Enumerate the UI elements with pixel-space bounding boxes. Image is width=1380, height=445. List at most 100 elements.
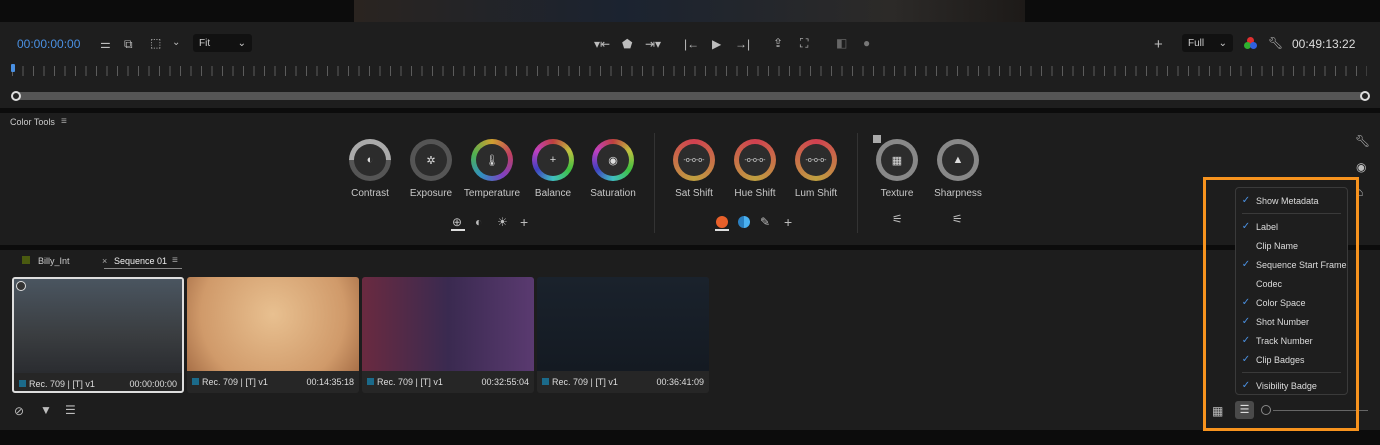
active-tab-underline xyxy=(715,229,729,231)
label-swatch xyxy=(542,378,549,385)
add-marker-icon[interactable]: ⬟ xyxy=(622,37,632,51)
go-to-out-icon[interactable]: →| xyxy=(735,37,750,51)
clip-metadata: Rec. 709 | [T] v1 00:00:00:00 xyxy=(14,373,182,391)
filter-icon[interactable]: ▼ xyxy=(40,403,52,417)
color-swatch-blue-icon[interactable] xyxy=(738,216,750,228)
wrench-icon[interactable]: 🔧︎ xyxy=(1268,36,1283,50)
exposure-wheel[interactable]: ✲ xyxy=(410,139,452,181)
zoom-scrollbar[interactable] xyxy=(15,92,1365,100)
clip-thumbnail[interactable]: Rec. 709 | [T] v1 00:36:41:09 xyxy=(537,277,709,393)
video-preview xyxy=(354,0,1025,22)
color-swatch-orange-icon[interactable] xyxy=(716,216,728,228)
export-frame-icon[interactable]: ⇪ xyxy=(773,36,783,50)
saturation-wheel[interactable]: ◉ xyxy=(592,139,634,181)
clip-preview-image xyxy=(362,277,534,371)
checkmark-icon: ✓ xyxy=(1241,335,1251,346)
balance-wheel[interactable]: + xyxy=(532,139,574,181)
menu-separator xyxy=(1242,213,1341,214)
tab-billy-int[interactable]: Billy_Int xyxy=(38,256,70,266)
texture-settings-icon[interactable]: ⚟ xyxy=(892,212,903,226)
tab-sequence-01[interactable]: Sequence 01 xyxy=(114,256,167,266)
menu-item-color-space[interactable]: ✓ Color Space xyxy=(1236,293,1347,312)
texture-wheel[interactable]: ▦ xyxy=(876,139,918,181)
clip-thumbnail[interactable]: Rec. 709 | [T] v1 00:14:35:18 xyxy=(187,277,359,393)
add-button-icon[interactable]: + xyxy=(1154,36,1163,53)
clip-meta-text: Rec. 709 | [T] v1 xyxy=(377,377,443,387)
texture-icon: ▦ xyxy=(881,144,913,176)
add-icon[interactable]: + xyxy=(784,214,792,230)
menu-item-label: Clip Name xyxy=(1256,240,1299,251)
clip-preview-image xyxy=(537,277,709,371)
menu-item-sequence-start-frame[interactable]: ✓ Sequence Start Frame xyxy=(1236,255,1347,274)
chevron-down-icon: ⌄ xyxy=(1218,37,1227,49)
mark-out-icon[interactable]: ⇥▾ xyxy=(645,37,661,51)
sat-shift-wheel[interactable]: -o-o-o- xyxy=(673,139,715,181)
overlay-icon[interactable]: ⧉ xyxy=(124,37,133,52)
label-swatch xyxy=(19,380,26,387)
shadows-icon[interactable]: ◐ xyxy=(475,215,482,229)
clip-timecode: 00:14:35:18 xyxy=(306,377,354,387)
add-icon[interactable]: + xyxy=(520,214,528,230)
sort-icon[interactable]: ☰ xyxy=(65,403,76,417)
zoom-select[interactable]: Fit ⌄ xyxy=(193,34,252,52)
menu-item-label: Track Number xyxy=(1256,335,1313,346)
scrollbar-end-handle[interactable] xyxy=(1360,91,1370,101)
play-icon[interactable]: ▶ xyxy=(712,37,721,51)
menu-item-clip-badges[interactable]: ✓ Clip Badges xyxy=(1236,350,1347,369)
menu-item-visibility-badge[interactable]: ✓ Visibility Badge xyxy=(1236,376,1347,395)
sharpness-icon: ▲ xyxy=(942,144,974,176)
menu-item-label: Show Metadata xyxy=(1256,195,1319,206)
color-rgb-icon[interactable] xyxy=(1244,37,1258,51)
menu-item-track-number[interactable]: ✓ Track Number xyxy=(1236,331,1347,350)
balance-icon: + xyxy=(537,144,569,176)
mask-icon[interactable]: ● xyxy=(863,36,870,50)
chevron-down-icon[interactable]: ⌄ xyxy=(172,37,180,48)
tab-menu-icon[interactable]: ≡ xyxy=(172,255,178,266)
clip-thumbnail[interactable]: Rec. 709 | [T] v1 00:32:55:04 xyxy=(362,277,534,393)
panel-menu-icon[interactable]: ≡ xyxy=(61,116,67,127)
current-timecode[interactable]: 00:00:00:00 xyxy=(17,37,80,51)
sharpness-wheel[interactable]: ▲ xyxy=(937,139,979,181)
time-ruler[interactable] xyxy=(12,66,1367,76)
wrench-icon[interactable]: 🔧︎ xyxy=(1355,134,1370,148)
clip-metadata: Rec. 709 | [T] v1 00:36:41:09 xyxy=(537,371,709,393)
temperature-wheel[interactable]: 🌡 xyxy=(471,139,513,181)
menu-item-codec[interactable]: Codec xyxy=(1236,274,1347,293)
label-swatch xyxy=(192,378,199,385)
clip-meta-text: Rec. 709 | [T] v1 xyxy=(202,377,268,387)
clip-thumbnail[interactable]: Rec. 709 | [T] v1 00:00:00:00 xyxy=(12,277,184,393)
menu-item-label: Shot Number xyxy=(1256,316,1310,327)
zoom-select-value: Fit xyxy=(199,37,211,49)
lum-shift-wheel[interactable]: -o-o-o- xyxy=(795,139,837,181)
sharpness-settings-icon[interactable]: ⚟ xyxy=(952,212,963,226)
eye-icon[interactable]: ◉ xyxy=(1356,160,1366,174)
comparison-icon[interactable]: ⛶ xyxy=(800,36,808,51)
menu-item-show-metadata[interactable]: ✓ Show Metadata xyxy=(1236,191,1347,210)
multi-camera-icon[interactable]: ◧ xyxy=(836,36,847,50)
scrollbar-start-handle[interactable] xyxy=(11,91,21,101)
resolution-select[interactable]: Full ⌄ xyxy=(1182,34,1233,52)
playhead[interactable] xyxy=(11,64,15,72)
clip-metadata: Rec. 709 | [T] v1 00:32:55:04 xyxy=(362,371,534,393)
close-tab-icon[interactable]: × xyxy=(102,256,107,266)
menu-separator xyxy=(1242,372,1341,373)
menu-item-clip-name[interactable]: Clip Name xyxy=(1236,236,1347,255)
safe-margins-icon[interactable]: ⬚ xyxy=(150,36,161,50)
hue-shift-wheel[interactable]: -o-o-o- xyxy=(734,139,776,181)
clip-timecode: 00:00:00:00 xyxy=(129,379,177,389)
menu-item-shot-number[interactable]: ✓ Shot Number xyxy=(1236,312,1347,331)
global-icon[interactable]: ⊕ xyxy=(452,215,462,229)
temperature-icon: 🌡 xyxy=(476,144,508,176)
mark-in-icon[interactable]: ▾⇤ xyxy=(594,37,610,51)
chevron-down-icon: ⌄ xyxy=(237,37,246,49)
eyedropper-icon[interactable]: ✎ xyxy=(760,215,770,229)
highlights-icon[interactable]: ☀ xyxy=(497,215,508,229)
menu-item-label: Sequence Start Frame xyxy=(1256,259,1347,270)
contrast-wheel[interactable]: ◐ xyxy=(349,139,391,181)
settings-layout-icon[interactable]: ⚌ xyxy=(100,37,111,51)
menu-item-label[interactable]: ✓ Label xyxy=(1236,217,1347,236)
go-to-in-icon[interactable]: |← xyxy=(684,37,699,51)
visibility-hidden-icon[interactable]: ⊘ xyxy=(14,404,24,418)
menu-item-label: Label xyxy=(1256,221,1279,232)
visibility-badge-icon xyxy=(16,281,26,291)
